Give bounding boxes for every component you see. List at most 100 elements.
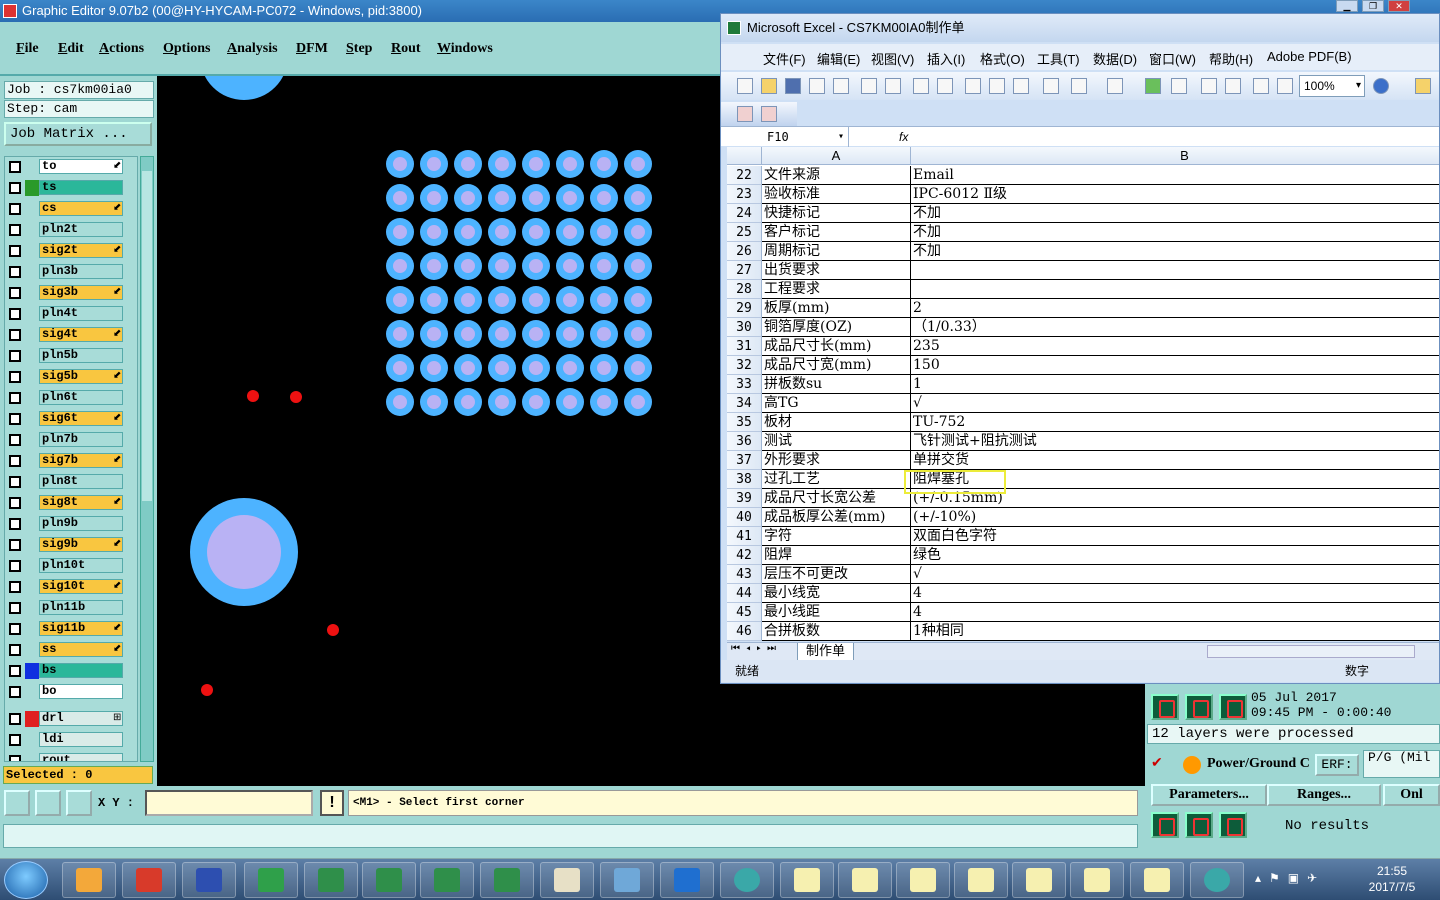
layer-checkbox[interactable]	[9, 413, 21, 425]
layer-name[interactable]: pln6t	[39, 390, 123, 405]
layer-name[interactable]: pln10t	[39, 558, 123, 573]
row-number[interactable]: 39	[727, 489, 762, 508]
cut-icon[interactable]	[965, 78, 981, 94]
menu-options[interactable]: Options	[163, 41, 210, 57]
layer-checkbox[interactable]	[9, 734, 21, 746]
bga-pad-center[interactable]	[461, 327, 475, 341]
cell-b[interactable]: 不加	[911, 223, 1439, 242]
menu-xl-data[interactable]: 数据(D)	[1093, 49, 1137, 68]
layer-row-cs[interactable]: cs ⬋	[5, 201, 135, 217]
bga-pad-center[interactable]	[495, 225, 509, 239]
cell-a[interactable]: 合拼板数	[762, 622, 911, 641]
taskbar-cam[interactable]	[720, 862, 774, 898]
menu-xl-edit[interactable]: 编辑(E)	[817, 49, 860, 68]
layer-checkbox[interactable]	[9, 686, 21, 698]
column-header-a[interactable]: A	[762, 147, 911, 165]
menu-step[interactable]: Step	[346, 41, 372, 57]
bga-pad-center[interactable]	[427, 259, 441, 273]
taskbar-x-7[interactable]	[1130, 862, 1184, 898]
bga-pad-center[interactable]	[631, 395, 645, 409]
cell-a[interactable]: 文件来源	[762, 166, 911, 185]
layer-name[interactable]: sig4t	[39, 327, 123, 342]
taskbar-excel-1[interactable]	[304, 862, 358, 898]
menu-dfm[interactable]: DFM	[296, 41, 328, 57]
cell-a[interactable]: 客户标记	[762, 223, 911, 242]
row-number[interactable]: 23	[727, 185, 762, 204]
cell-b[interactable]: 4	[911, 584, 1439, 603]
layer-name[interactable]: ts	[39, 180, 123, 195]
bga-pad-center[interactable]	[597, 259, 611, 273]
drawing-icon[interactable]	[1277, 78, 1293, 94]
layer-row-drl[interactable]: drl ⊞	[5, 711, 135, 727]
menu-rout[interactable]: Rout	[391, 41, 421, 57]
layer-checkbox[interactable]	[9, 602, 21, 614]
layer-name[interactable]: bo	[39, 684, 123, 699]
taskbar-app-f[interactable]	[244, 862, 298, 898]
cell-b[interactable]: （1/0.33）	[911, 318, 1439, 337]
cell-a[interactable]: 层压不可更改	[762, 565, 911, 584]
row-number[interactable]: 40	[727, 508, 762, 527]
bga-pad-center[interactable]	[427, 293, 441, 307]
ranges-button[interactable]: Ranges...	[1267, 784, 1381, 806]
print-icon[interactable]	[861, 78, 877, 94]
cell-b[interactable]: 双面白色字符	[911, 527, 1439, 546]
bga-pad-center[interactable]	[427, 395, 441, 409]
menu-xl-format[interactable]: 格式(O)	[980, 49, 1025, 68]
row-number[interactable]: 24	[727, 204, 762, 223]
layer-row-sig4t[interactable]: sig4t ⬋	[5, 327, 135, 343]
menu-xl-tools[interactable]: 工具(T)	[1037, 49, 1080, 68]
autosum-icon[interactable]	[1171, 78, 1187, 94]
undo-icon[interactable]	[1071, 78, 1087, 94]
row-number[interactable]: 41	[727, 527, 762, 546]
help-icon[interactable]	[1373, 78, 1389, 94]
bga-pad-center[interactable]	[529, 293, 543, 307]
row-number[interactable]: 38	[727, 470, 762, 489]
layer-checkbox[interactable]	[9, 182, 21, 194]
cell-a[interactable]: 板材	[762, 413, 911, 432]
layer-checkbox[interactable]	[9, 161, 21, 173]
bga-pad-center[interactable]	[495, 293, 509, 307]
cell-b[interactable]	[911, 280, 1439, 299]
cell-b[interactable]: 1种相同	[911, 622, 1439, 641]
layer-name[interactable]: rout	[39, 753, 123, 761]
bga-pad-center[interactable]	[393, 361, 407, 375]
redo-icon[interactable]	[1107, 78, 1123, 94]
menu-xl-window[interactable]: 窗口(W)	[1149, 49, 1196, 68]
row-number[interactable]: 30	[727, 318, 762, 337]
cell-b[interactable]: 2	[911, 299, 1439, 318]
row-number[interactable]: 33	[727, 375, 762, 394]
layer-name[interactable]: pln3b	[39, 264, 123, 279]
bga-pad-center[interactable]	[495, 157, 509, 171]
layer-row-sig8t[interactable]: sig8t ⬋	[5, 495, 135, 511]
row-number[interactable]: 44	[727, 584, 762, 603]
taskbar-x-4[interactable]	[954, 862, 1008, 898]
bga-pad-center[interactable]	[563, 157, 577, 171]
layer-checkbox[interactable]	[9, 497, 21, 509]
bga-pad-center[interactable]	[597, 395, 611, 409]
cell-b[interactable]: 不加	[911, 242, 1439, 261]
bga-pad-center[interactable]	[461, 293, 475, 307]
sort-asc-icon[interactable]	[1201, 78, 1217, 94]
bga-pad-center[interactable]	[427, 191, 441, 205]
row-number[interactable]: 29	[727, 299, 762, 318]
layer-name[interactable]: sig3b	[39, 285, 123, 300]
menu-windows[interactable]: Windows	[437, 41, 493, 57]
cell-a[interactable]: 外形要求	[762, 451, 911, 470]
cell-b[interactable]: 4	[911, 603, 1439, 622]
layer-row-sig6t[interactable]: sig6t ⬋	[5, 411, 135, 427]
layer-name[interactable]: drl	[39, 711, 123, 726]
bga-pad-center[interactable]	[461, 395, 475, 409]
bga-pad-center[interactable]	[393, 259, 407, 273]
taskbar-image[interactable]	[600, 862, 654, 898]
taskbar-clock[interactable]: 21:55 2017/7/5	[1350, 863, 1434, 895]
bga-pad-center[interactable]	[461, 191, 475, 205]
email-icon[interactable]	[833, 78, 849, 94]
bga-pad-center[interactable]	[597, 225, 611, 239]
erf-button[interactable]: ERF:	[1315, 754, 1359, 776]
layer-row-ts[interactable]: ts	[5, 180, 135, 196]
cell-a[interactable]: 最小线距	[762, 603, 911, 622]
layer-row-sig3b[interactable]: sig3b ⬋	[5, 285, 135, 301]
bga-pad-center[interactable]	[631, 259, 645, 273]
bga-pad-center[interactable]	[427, 327, 441, 341]
layer-name[interactable]: sig6t	[39, 411, 123, 426]
